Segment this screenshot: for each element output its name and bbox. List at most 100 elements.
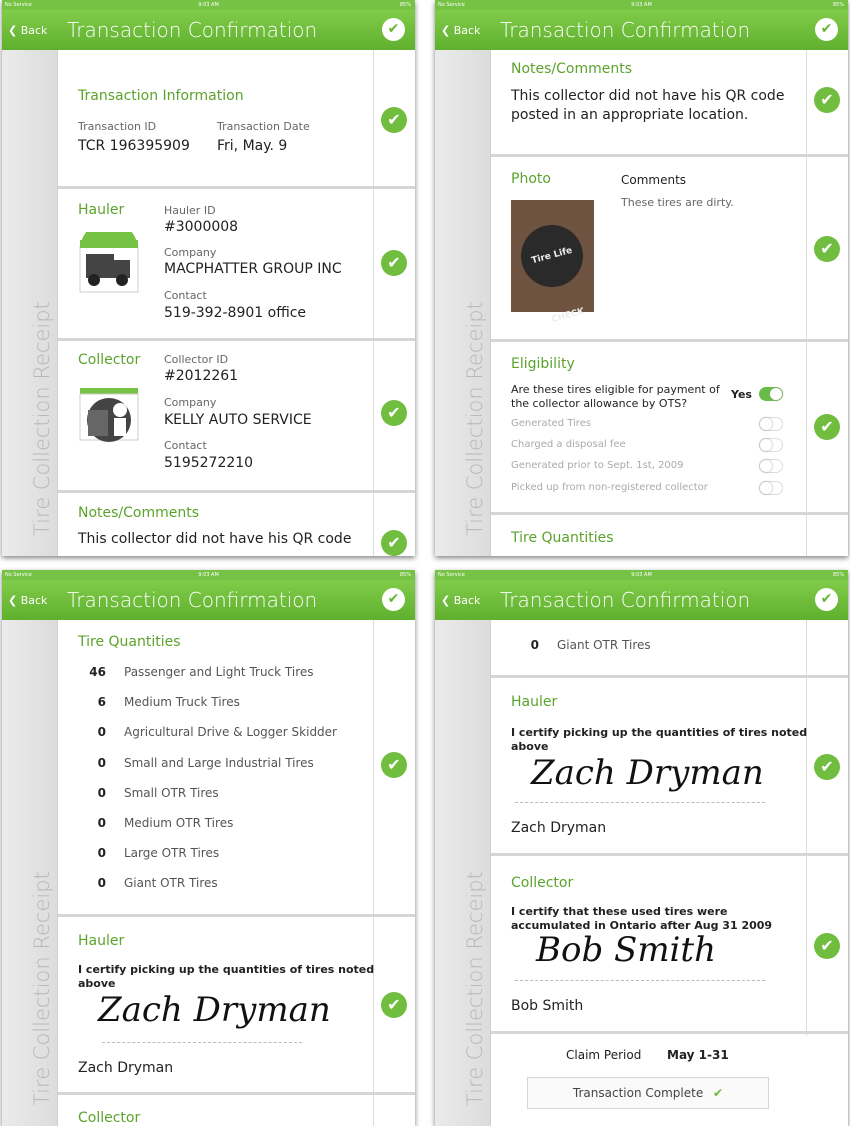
collector-id-label: Collector ID [164, 353, 229, 366]
check-icon[interactable]: ✔ [814, 933, 840, 959]
time-text: 9:03 AM [198, 2, 219, 8]
screenshot-1: No Service 9:03 AM 85% ❮ Back Transactio… [2, 0, 415, 556]
receipt-content: Transaction Information Transaction ID T… [58, 50, 415, 556]
confirm-check-icon[interactable]: ✔ [382, 18, 405, 41]
collector-company-value: KELLY AUTO SERVICE [164, 412, 312, 428]
page-title: Transaction Confirmation [500, 588, 751, 612]
check-icon[interactable]: ✔ [814, 87, 840, 113]
hauler-company-value: MACPHATTER GROUP INC [164, 261, 342, 277]
battery-text: 85% [399, 572, 411, 578]
divider [58, 490, 415, 493]
back-button[interactable]: ❮ Back [8, 594, 47, 607]
divider [491, 853, 848, 856]
check-icon[interactable]: ✔ [814, 414, 840, 440]
quantity-row: 46 Passenger and Light Truck Tires [78, 665, 314, 679]
tire-photo[interactable]: Tire Life CHECK [511, 200, 594, 325]
complete-check-icon: ✔ [713, 1086, 724, 1100]
signature-line [515, 802, 765, 803]
back-button[interactable]: ❮ Back [441, 594, 480, 607]
eligibility-toggle[interactable] [759, 387, 783, 401]
tire-type: Giant OTR Tires [557, 638, 651, 652]
confirm-check-icon[interactable]: ✔ [815, 18, 838, 41]
eligibility-heading: Eligibility [511, 356, 575, 372]
check-icon[interactable]: ✔ [381, 530, 407, 556]
receipt-content: Tire Quantities 46 Passenger and Light Tr… [58, 620, 415, 1126]
tire-photo-label: Tire Life CHECK [514, 218, 590, 325]
tire-quantities-heading: Tire Quantities [511, 530, 614, 546]
hauler-signature: Zach Dryman [531, 753, 764, 793]
option-toggle[interactable] [759, 438, 783, 452]
collector-tires-icon [79, 388, 139, 442]
option-toggle[interactable] [759, 417, 783, 431]
divider [491, 512, 848, 515]
eligibility-question-line2: the collector allowance by OTS? [511, 397, 688, 410]
collector-heading: Collector [78, 352, 141, 368]
hauler-id-label: Hauler ID [164, 204, 216, 217]
collector-contact-value: 5195272210 [164, 455, 254, 471]
nav-bar: ❮ Back Transaction Confirmation ✔ [435, 10, 848, 50]
hauler-signature: Zach Dryman [98, 990, 331, 1030]
signature-line [102, 1042, 302, 1043]
option-toggle[interactable] [759, 481, 783, 495]
check-rail [373, 620, 415, 1126]
side-label: Tire Collection Receipt [463, 871, 487, 1106]
claim-period-value: May 1-31 [667, 1048, 729, 1062]
back-button[interactable]: ❮ Back [8, 24, 47, 37]
hauler-company-label: Company [164, 246, 217, 259]
battery-text: 85% [832, 572, 844, 578]
collector-company-label: Company [164, 396, 217, 409]
side-label-panel: Tire Collection Receipt [2, 50, 58, 556]
tire-quantities-heading: Tire Quantities [78, 634, 181, 650]
eligibility-question-line1: Are these tires eligible for payment of [511, 383, 720, 396]
check-icon[interactable]: ✔ [381, 250, 407, 276]
tire-type: Medium OTR Tires [124, 816, 234, 830]
comments-label: Comments [621, 173, 687, 187]
hauler-name: Zach Dryman [511, 820, 607, 836]
check-icon[interactable]: ✔ [814, 236, 840, 262]
comments-text: These tires are dirty. [621, 196, 734, 209]
status-bar: No Service 9:03 AM 85% [2, 0, 415, 10]
transaction-id-label: Transaction ID [78, 120, 157, 133]
option-label: Generated Tires [511, 418, 592, 429]
check-icon[interactable]: ✔ [381, 992, 407, 1018]
side-label: Tire Collection Receipt [30, 871, 54, 1106]
quantity-row: 0 Agricultural Drive & Logger Skidder [78, 725, 337, 739]
notes-heading: Notes/Comments [78, 505, 200, 521]
quantity-row: 0 Small OTR Tires [78, 786, 219, 800]
transaction-date-label: Transaction Date [217, 120, 310, 133]
divider [491, 154, 848, 157]
check-rail [806, 620, 848, 1036]
quantity-value: 0 [97, 786, 106, 800]
page-title: Transaction Confirmation [500, 18, 751, 42]
tire-type: Passenger and Light Truck Tires [124, 665, 314, 679]
notes-text-line1: This collector did not have his QR code [511, 88, 785, 104]
quantity-row: 0 Giant OTR Tires [78, 876, 218, 890]
hauler-truck-icon [79, 232, 139, 293]
hauler-name: Zach Dryman [78, 1060, 174, 1076]
side-label: Tire Collection Receipt [30, 301, 54, 536]
hauler-contact-value: 519-392-8901 office [164, 305, 307, 321]
transaction-complete-label: Transaction Complete [572, 1086, 704, 1100]
status-bar: No Service 9:03 AM 85% [435, 0, 848, 10]
status-bar: No Service 9:03 AM 85% [435, 570, 848, 580]
collector-cert-heading: Collector [511, 875, 574, 891]
check-icon[interactable]: ✔ [381, 400, 407, 426]
quantity-value: 46 [89, 665, 106, 679]
nav-bar: ❮ Back Transaction Confirmation ✔ [2, 580, 415, 620]
check-icon[interactable]: ✔ [814, 754, 840, 780]
battery-text: 85% [832, 2, 844, 8]
tire-type: Medium Truck Tires [124, 695, 240, 709]
confirm-check-icon[interactable]: ✔ [815, 588, 838, 611]
quantity-value: 0 [97, 756, 106, 770]
check-icon[interactable]: ✔ [381, 752, 407, 778]
back-label: Back [20, 24, 48, 37]
quantity-row: 0 Giant OTR Tires [511, 638, 651, 652]
tire-type: Small OTR Tires [124, 786, 219, 800]
nav-bar: ❮ Back Transaction Confirmation ✔ [435, 580, 848, 620]
hauler-cert-line1: I certify picking up the quantities of t… [78, 963, 375, 976]
check-icon[interactable]: ✔ [381, 107, 407, 133]
option-toggle[interactable] [759, 459, 783, 473]
confirm-check-icon[interactable]: ✔ [382, 588, 405, 611]
quantity-value: 0 [530, 638, 539, 652]
back-button[interactable]: ❮ Back [441, 24, 480, 37]
